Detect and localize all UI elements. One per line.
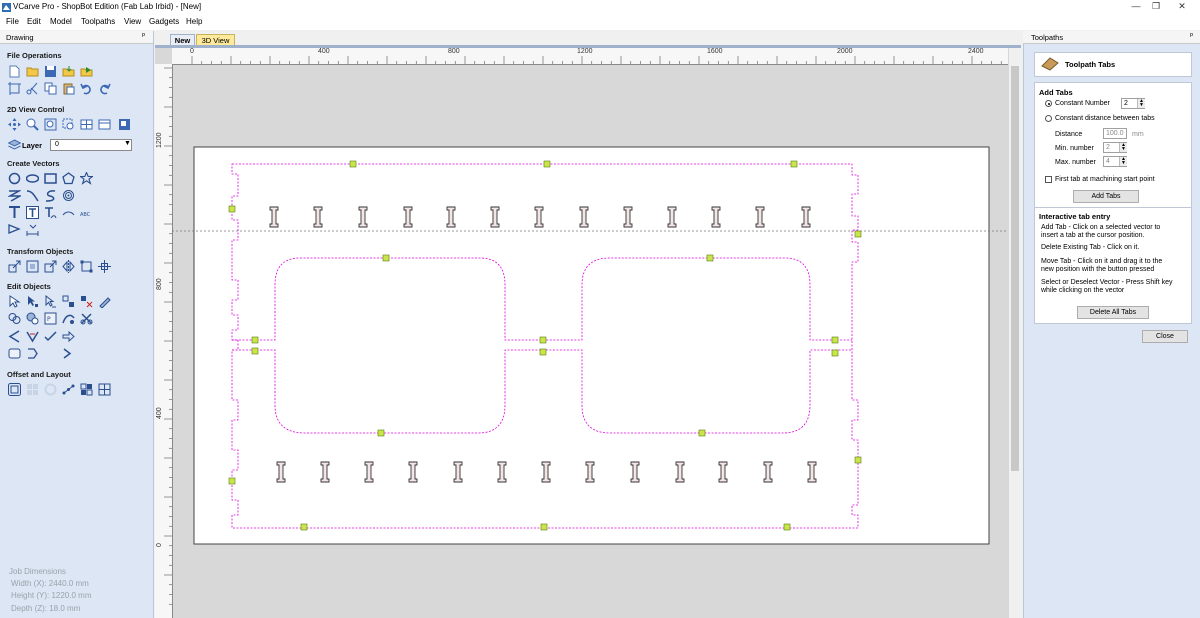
tab-marker[interactable] xyxy=(706,254,714,262)
interactive-heading: Interactive tab entry xyxy=(1039,212,1111,221)
add-tabs-heading: Add Tabs xyxy=(1039,88,1073,97)
distance-unit: mm xyxy=(1132,131,1144,138)
constant-number-label: Constant Number xyxy=(1055,100,1110,107)
toolpaths-panel-header: Toolpaths ᵖ xyxy=(1023,31,1200,44)
distance-input[interactable]: 100.0 xyxy=(1103,128,1127,139)
help-move-line2: new position with the button pressed xyxy=(1041,266,1155,273)
pin-icon[interactable]: ᵖ xyxy=(1190,31,1193,40)
divider xyxy=(1035,207,1191,208)
close-button[interactable]: Close xyxy=(1142,330,1188,343)
tab-marker[interactable] xyxy=(698,429,706,437)
add-tabs-button[interactable]: Add Tabs xyxy=(1073,190,1139,203)
min-number-label: Min. number xyxy=(1055,145,1094,152)
tab-marker[interactable] xyxy=(790,160,798,168)
vertical-scrollbar-thumb[interactable] xyxy=(1011,66,1019,471)
help-delete: Delete Existing Tab - Click on it. xyxy=(1041,244,1140,251)
toolpath-tabs-header-box: Toolpath Tabs xyxy=(1034,52,1192,77)
tab-marker[interactable] xyxy=(831,336,839,344)
tab-marker[interactable] xyxy=(854,456,862,464)
help-add-line2: insert a tab at the cursor position. xyxy=(1041,232,1145,239)
help-select-line1: Select or Deselect Vector - Press Shift … xyxy=(1041,279,1173,286)
tab-marker[interactable] xyxy=(228,205,236,213)
spinner-arrows-icon[interactable]: ▲ ▼ xyxy=(1137,99,1145,108)
tab-marker[interactable] xyxy=(382,254,390,262)
tab-marker[interactable] xyxy=(783,523,791,531)
delete-all-tabs-button[interactable]: Delete All Tabs xyxy=(1077,306,1149,319)
tab-marker[interactable] xyxy=(831,349,839,357)
spinner-arrows-icon[interactable]: ▲ ▼ xyxy=(1119,143,1127,152)
tab-marker[interactable] xyxy=(854,230,862,238)
distance-label: Distance xyxy=(1055,131,1083,138)
first-tab-label: First tab at machining start point xyxy=(1055,176,1155,183)
material-sheet xyxy=(193,146,990,545)
tab-marker[interactable] xyxy=(539,348,547,356)
tab-marker[interactable] xyxy=(251,347,259,355)
tab-marker[interactable] xyxy=(349,160,357,168)
help-add-line1: Add Tab - Click on a selected vector to xyxy=(1041,224,1161,231)
tab-marker[interactable] xyxy=(539,336,547,344)
tab-marker[interactable] xyxy=(251,336,259,344)
spinner-arrows-icon[interactable]: ▲ ▼ xyxy=(1119,157,1127,166)
constant-distance-radio[interactable] xyxy=(1045,115,1052,122)
panel-title: Toolpath Tabs xyxy=(1065,60,1116,69)
tab-marker[interactable] xyxy=(377,429,385,437)
toolpaths-panel-title: Toolpaths xyxy=(1031,33,1064,42)
tab-marker[interactable] xyxy=(540,523,548,531)
add-tabs-form: Add Tabs Constant Number 2 ▲ ▼ Constant d… xyxy=(1034,82,1192,324)
first-tab-checkbox[interactable] xyxy=(1045,176,1052,183)
tab-marker[interactable] xyxy=(300,523,308,531)
toolpath-tabs-icon xyxy=(1041,57,1059,71)
max-number-label: Max. number xyxy=(1055,159,1096,166)
constant-number-radio[interactable] xyxy=(1045,100,1052,107)
help-move-line1: Move Tab - Click on it and drag it to th… xyxy=(1041,258,1163,265)
tab-marker[interactable] xyxy=(543,160,551,168)
constant-distance-label: Constant distance between tabs xyxy=(1055,115,1155,122)
help-select-line2: while clicking on the vector xyxy=(1041,287,1125,294)
tab-marker[interactable] xyxy=(228,477,236,485)
